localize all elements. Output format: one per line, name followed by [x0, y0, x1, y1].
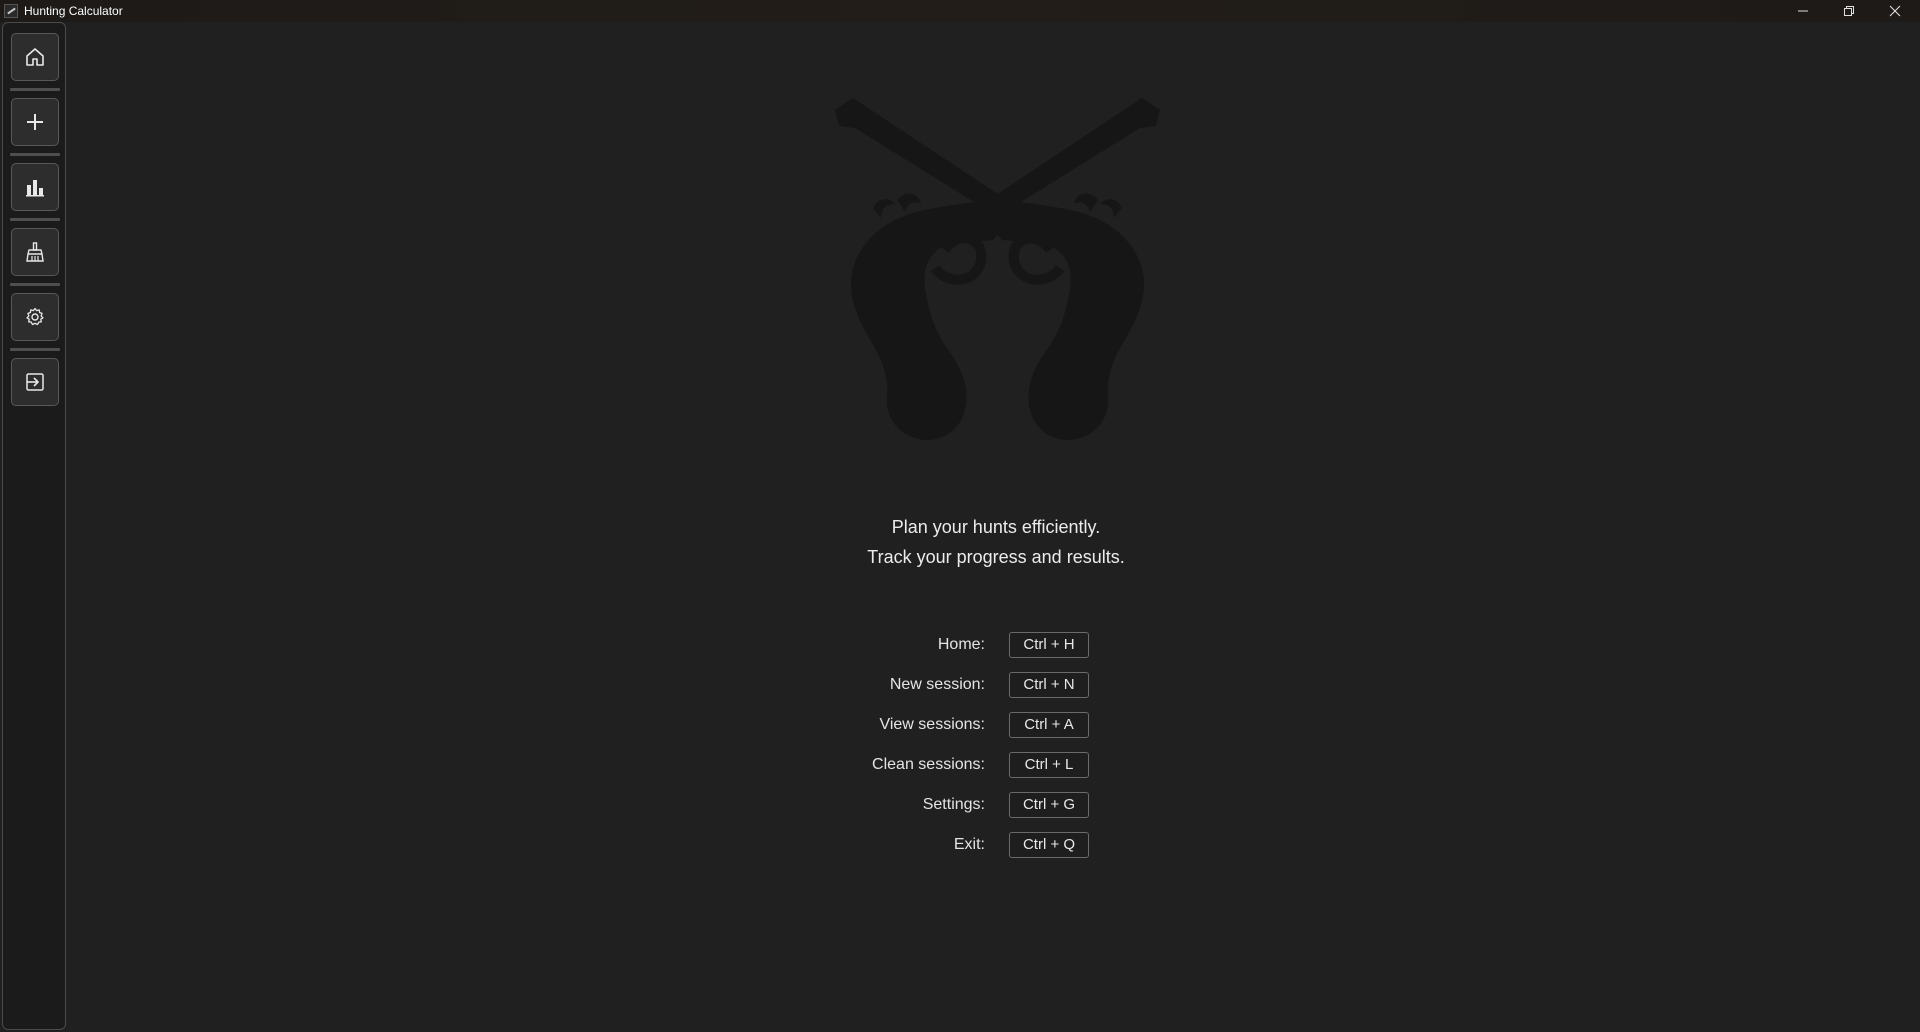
app-logo-icon — [4, 4, 18, 18]
tagline-line-2: Track your progress and results. — [867, 547, 1125, 567]
sidebar-exit-button[interactable] — [11, 358, 59, 406]
shortcut-key-badge: Ctrl + A — [1009, 712, 1089, 738]
close-button[interactable] — [1872, 0, 1918, 22]
restore-icon — [1844, 6, 1854, 16]
window-title: Hunting Calculator — [24, 4, 123, 18]
sidebar-separator — [10, 153, 60, 156]
minimize-button[interactable] — [1780, 0, 1826, 22]
sidebar-view-sessions-button[interactable] — [11, 163, 59, 211]
shortcut-row-new-session: New session: Ctrl + N — [760, 672, 1232, 698]
broom-icon — [26, 242, 44, 262]
home-icon — [26, 48, 44, 66]
sidebar-new-session-button[interactable] — [11, 98, 59, 146]
sidebar-home-button[interactable] — [11, 33, 59, 81]
tagline: Plan your hunts efficiently. Track your … — [760, 512, 1232, 572]
shortcut-label: Settings: — [922, 796, 985, 813]
gear-icon — [26, 307, 44, 326]
restore-button[interactable] — [1826, 0, 1872, 22]
sidebar — [2, 22, 66, 1030]
shortcut-label: Home: — [937, 636, 985, 653]
shortcut-row-settings: Settings: Ctrl + G — [760, 792, 1232, 818]
minimize-icon — [1798, 10, 1808, 12]
sidebar-separator — [10, 88, 60, 91]
sidebar-clean-sessions-button[interactable] — [11, 228, 59, 276]
exit-icon — [26, 373, 44, 391]
sidebar-separator — [10, 348, 60, 351]
sidebar-settings-button[interactable] — [11, 293, 59, 341]
crossed-pistols-icon — [835, 98, 1160, 440]
plus-icon — [27, 114, 43, 130]
shortcut-row-clean-sessions: Clean sessions: Ctrl + L — [760, 752, 1232, 778]
sidebar-separator — [10, 283, 60, 286]
shortcut-key-badge: Ctrl + G — [1009, 792, 1089, 818]
shortcut-key-badge: Ctrl + H — [1009, 632, 1089, 658]
sidebar-separator — [10, 218, 60, 221]
shortcut-label: Exit: — [953, 836, 985, 853]
tagline-line-1: Plan your hunts efficiently. — [891, 517, 1101, 537]
shortcut-row-home: Home: Ctrl + H — [760, 632, 1232, 658]
shortcut-label: New session: — [889, 676, 985, 693]
shortcut-row-exit: Exit: Ctrl + Q — [760, 832, 1232, 858]
shortcut-label: View sessions: — [879, 716, 985, 733]
shortcut-key-badge: Ctrl + Q — [1009, 832, 1089, 858]
shortcut-row-view-sessions: View sessions: Ctrl + A — [760, 712, 1232, 738]
close-icon — [1889, 5, 1901, 17]
bar-chart-icon — [26, 180, 44, 197]
shortcut-label: Clean sessions: — [872, 756, 985, 773]
title-bar[interactable]: Hunting Calculator — [0, 0, 1920, 22]
shortcut-key-badge: Ctrl + N — [1009, 672, 1089, 698]
shortcut-key-badge: Ctrl + L — [1009, 752, 1089, 778]
